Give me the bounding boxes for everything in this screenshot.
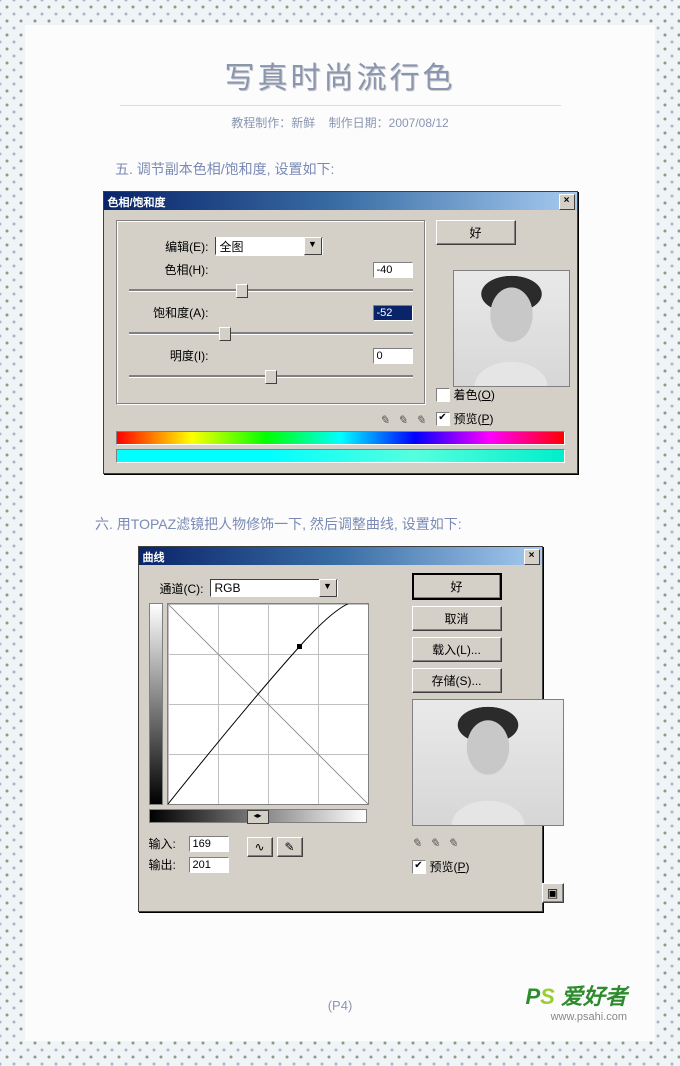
gradient-arrows-icon[interactable]: ◂▸	[247, 810, 269, 824]
dialog-title: 色相/饱和度	[108, 197, 166, 209]
chevron-down-icon[interactable]: ▼	[304, 237, 322, 255]
hue-sat-dialog: 色相/饱和度 × 编辑(E): 全图 ▼	[103, 191, 578, 474]
eyedropper-icons[interactable]: ✎ ✎ ✎	[379, 413, 425, 427]
curves-titlebar[interactable]: 曲线 ×	[139, 547, 542, 565]
ok-button[interactable]: 好	[436, 220, 516, 245]
hue-gradient	[116, 431, 565, 445]
horizontal-gradient[interactable]: ◂▸	[149, 809, 367, 823]
eyedropper-icon[interactable]: ✎	[379, 413, 389, 427]
curves-preview	[412, 699, 564, 826]
pencil-tool-button[interactable]: ✎	[277, 837, 303, 857]
input-value[interactable]: 169	[189, 836, 229, 852]
expand-icon[interactable]: ▣	[542, 883, 564, 903]
eyedropper-minus-icon[interactable]: ✎	[415, 413, 425, 427]
channel-select[interactable]: RGB ▼	[210, 579, 338, 597]
page-title: 写真时尚流行色	[25, 25, 655, 97]
colorize-checkbox[interactable]: 着色(O)	[436, 386, 495, 403]
curves-save-button[interactable]: 存储(S)...	[412, 668, 502, 693]
curves-preview-checkbox[interactable]: ✔预览(P)	[412, 858, 470, 875]
vertical-gradient	[149, 603, 163, 805]
output-label: 输出:	[149, 856, 189, 873]
hue-label: 色相(H):	[129, 261, 209, 278]
light-value[interactable]: 0	[373, 348, 413, 364]
eyedropper-icon[interactable]: ✎	[412, 836, 422, 850]
result-gradient	[116, 449, 565, 463]
output-value[interactable]: 201	[189, 857, 229, 873]
preview-checkbox[interactable]: ✔预览(P)	[436, 410, 494, 427]
curve-path	[168, 604, 368, 804]
edit-select[interactable]: 全图 ▼	[215, 237, 323, 255]
curves-ok-button[interactable]: 好	[412, 573, 502, 600]
hue-slider[interactable]	[129, 284, 413, 296]
curves-load-button[interactable]: 载入(L)...	[412, 637, 502, 662]
close-icon[interactable]: ×	[524, 549, 540, 565]
sat-slider[interactable]	[129, 327, 413, 339]
light-label: 明度(I):	[129, 347, 209, 364]
edit-label: 编辑(E):	[129, 238, 209, 255]
chevron-down-icon[interactable]: ▼	[319, 579, 337, 597]
light-slider[interactable]	[129, 370, 413, 382]
watermark: PS 爱好者 www.psahi.com	[525, 979, 627, 1023]
input-label: 输入:	[149, 835, 189, 852]
eyedropper-icon[interactable]: ✎	[448, 836, 458, 850]
curve-tool-button[interactable]: ∿	[247, 837, 273, 857]
dialog-titlebar[interactable]: 色相/饱和度 ×	[104, 192, 577, 210]
hue-sat-fieldset: 编辑(E): 全图 ▼ 色相(H): -40	[116, 220, 426, 405]
close-icon[interactable]: ×	[559, 194, 575, 210]
eyedropper-icon[interactable]: ✎	[430, 836, 440, 850]
meta-line: 教程制作：新鲜 制作日期：2007/08/12	[25, 114, 655, 131]
step6-text: 六. 用TOPAZ滤镜把人物修饰一下, 然后调整曲线, 设置如下:	[95, 514, 655, 534]
preview-thumbnail	[453, 270, 570, 387]
curves-cancel-button[interactable]: 取消	[412, 606, 502, 631]
hue-value[interactable]: -40	[373, 262, 413, 278]
curves-dialog: 曲线 × 通道(C): RGB ▼	[138, 546, 543, 912]
sat-value[interactable]: -52	[373, 305, 413, 321]
curve-grid[interactable]	[167, 603, 369, 805]
divider	[120, 105, 561, 106]
sat-label: 饱和度(A):	[129, 304, 209, 321]
eyedropper-plus-icon[interactable]: ✎	[397, 413, 407, 427]
curves-title: 曲线	[143, 552, 165, 564]
channel-label: 通道(C):	[149, 580, 204, 597]
curves-eyedroppers[interactable]: ✎ ✎ ✎	[412, 836, 458, 850]
step5-text: 五. 调节副本色相/饱和度, 设置如下:	[115, 159, 655, 179]
